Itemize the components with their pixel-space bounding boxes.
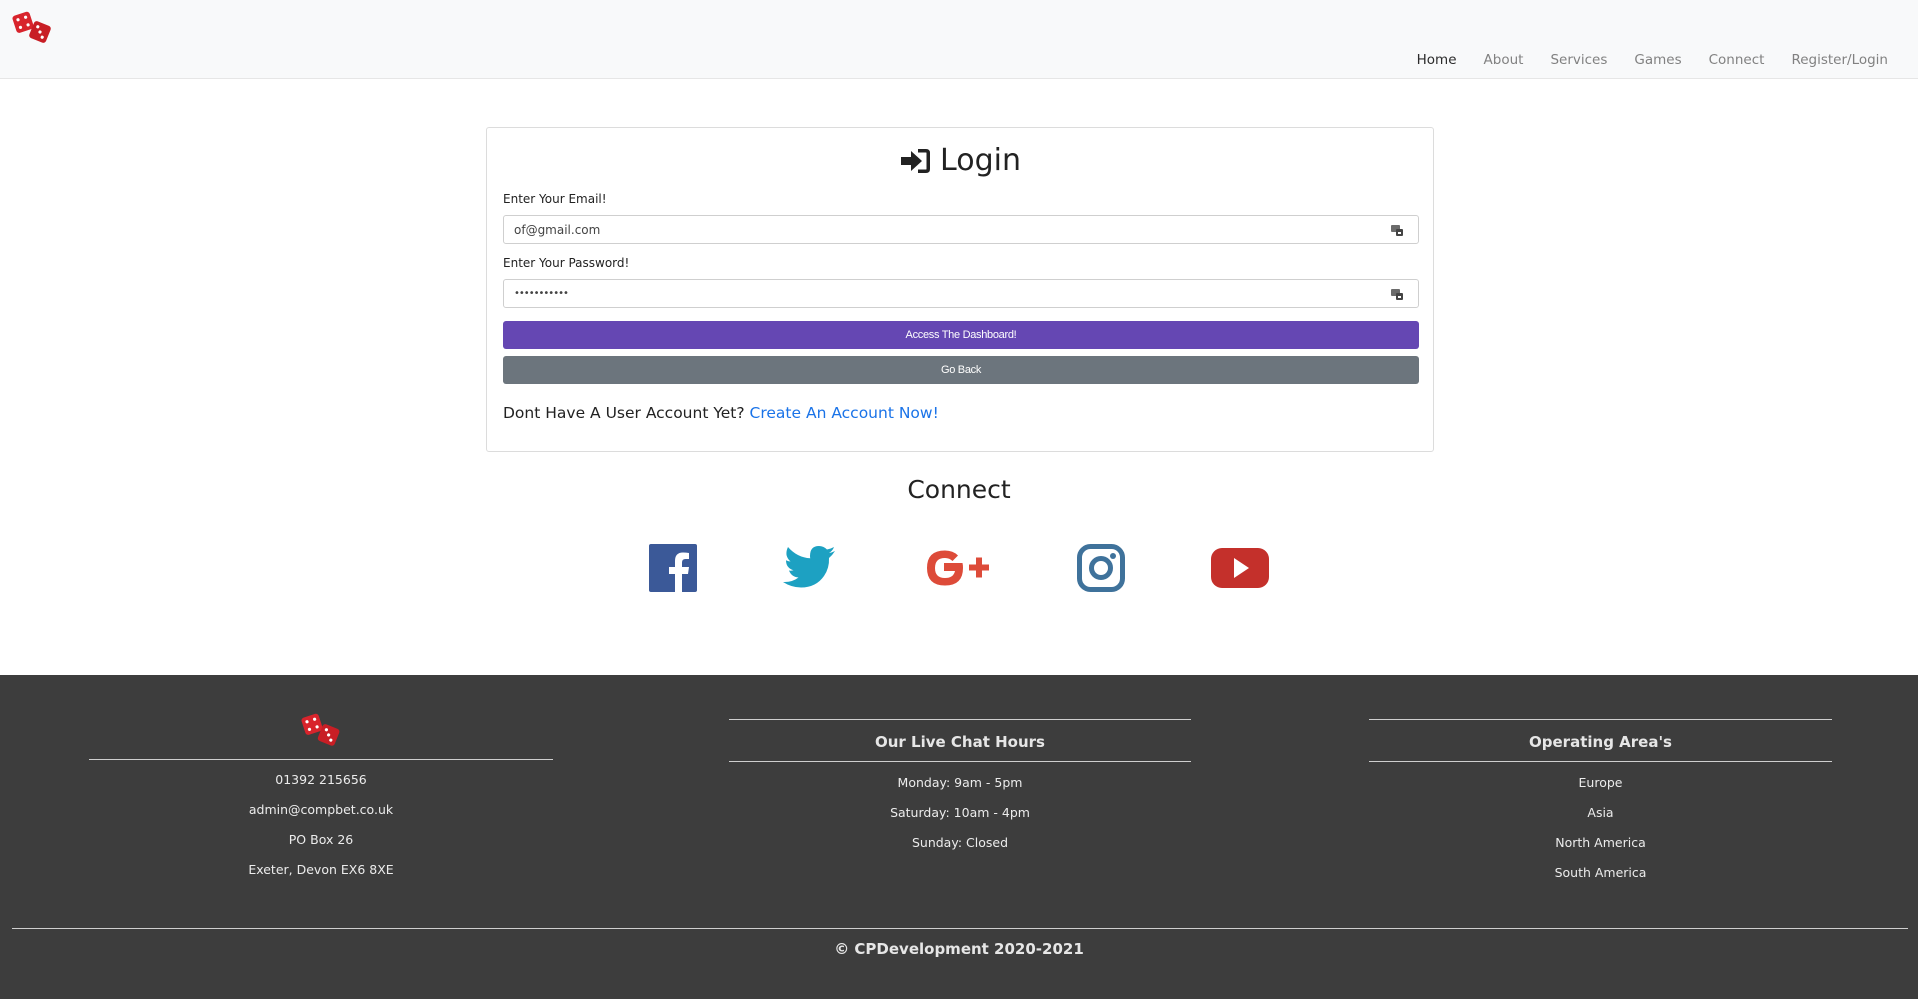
footer-address-line-1: PO Box 26 bbox=[288, 832, 354, 847]
login-heading: Login bbox=[487, 143, 1433, 178]
email-label: Enter Your Email! bbox=[503, 192, 607, 206]
nav-item-services[interactable]: Services bbox=[1550, 52, 1607, 68]
footer-address-line-2: Exeter, Devon EX6 8XE bbox=[248, 862, 394, 877]
divider bbox=[729, 761, 1191, 762]
autofill-key-icon[interactable] bbox=[1390, 223, 1404, 237]
live-chat-hours-heading: Our Live Chat Hours bbox=[875, 733, 1045, 751]
instagram-icon[interactable] bbox=[1077, 544, 1125, 592]
sign-in-icon bbox=[901, 148, 931, 173]
navbar: Home About Services Games Connect Regist… bbox=[0, 0, 1918, 79]
login-title: Login bbox=[940, 143, 1021, 178]
facebook-icon[interactable] bbox=[649, 544, 697, 592]
signup-prompt-text: Dont Have A User Account Yet? bbox=[503, 404, 745, 422]
hours-line: Saturday: 10am - 4pm bbox=[890, 805, 1030, 820]
hours-line: Monday: 9am - 5pm bbox=[897, 775, 1023, 790]
go-back-button[interactable]: Go Back bbox=[503, 356, 1419, 384]
password-field[interactable]: ••••••••••• bbox=[503, 279, 1419, 308]
email-value: of@gmail.com bbox=[514, 222, 601, 237]
signup-prompt: Dont Have A User Account Yet? Create An … bbox=[503, 404, 939, 422]
nav-item-about[interactable]: About bbox=[1484, 52, 1524, 68]
nav-item-register-login[interactable]: Register/Login bbox=[1791, 52, 1888, 68]
area-item: Europe bbox=[1578, 775, 1623, 790]
footer-divider bbox=[12, 928, 1908, 929]
divider bbox=[89, 759, 553, 760]
nav-item-home[interactable]: Home bbox=[1417, 52, 1457, 68]
google-plus-icon[interactable] bbox=[923, 544, 991, 592]
footer-email[interactable]: admin@compbet.co.uk bbox=[89, 802, 553, 817]
password-value: ••••••••••• bbox=[514, 288, 569, 299]
nav-item-games[interactable]: Games bbox=[1634, 52, 1681, 68]
area-item: South America bbox=[1554, 865, 1647, 880]
email-field[interactable]: of@gmail.com bbox=[503, 215, 1419, 244]
dice-logo bbox=[301, 713, 340, 746]
hours-line: Sunday: Closed bbox=[911, 835, 1009, 850]
login-card: Login Enter Your Email! of@gmail.com Ent… bbox=[486, 127, 1434, 452]
divider bbox=[1369, 719, 1832, 720]
create-account-link[interactable]: Create An Account Now! bbox=[750, 404, 939, 422]
divider bbox=[729, 719, 1191, 720]
twitter-icon[interactable] bbox=[781, 544, 837, 592]
main-nav: Home About Services Games Connect Regist… bbox=[1417, 52, 1888, 68]
divider bbox=[1369, 761, 1832, 762]
autofill-key-icon[interactable] bbox=[1390, 287, 1404, 301]
copyright: © CPDevelopment 2020-2021 bbox=[834, 940, 1084, 958]
footer: 01392 215656 admin@compbet.co.uk PO Box … bbox=[0, 675, 1918, 999]
operating-areas-heading: Operating Area's bbox=[1529, 733, 1672, 751]
footer-phone: 01392 215656 bbox=[275, 772, 367, 787]
area-item: Asia bbox=[1587, 805, 1614, 820]
dice-logo[interactable] bbox=[12, 10, 52, 44]
password-label: Enter Your Password! bbox=[503, 256, 630, 270]
youtube-icon[interactable] bbox=[1211, 544, 1269, 592]
area-item: North America bbox=[1555, 835, 1646, 850]
access-dashboard-button[interactable]: Access The Dashboard! bbox=[503, 321, 1419, 349]
nav-item-connect[interactable]: Connect bbox=[1709, 52, 1765, 68]
connect-title: Connect bbox=[907, 475, 1011, 504]
